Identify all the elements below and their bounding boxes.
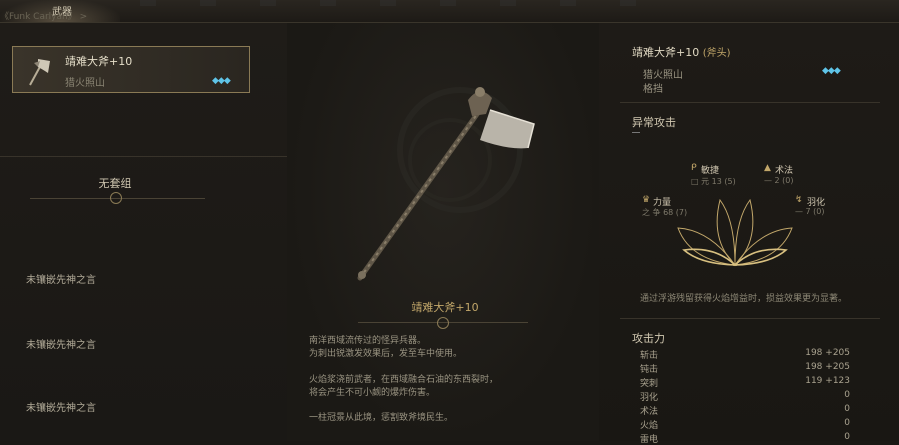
attack-name: 斩击 [640, 351, 659, 361]
spell-icon: ▲ [764, 163, 771, 173]
weapon-skill: 猎火照山 [643, 70, 683, 81]
top-decor [140, 0, 640, 6]
section-dash [632, 132, 640, 133]
feathering-icon: ↯ [795, 195, 803, 205]
description-line: 火焰浆浇前武者，在西域融合石油的东西裂时， [309, 375, 499, 385]
equipped-weapon-name: 靖难大斧+10 [65, 55, 133, 68]
attack-row: 术法 0 [640, 404, 850, 417]
attack-row: 钝击 198 +205 [640, 362, 850, 375]
weapon-type: (斧头) [702, 48, 731, 59]
description-line: 将会产生不可小觑的爆炸伤害。 [309, 388, 436, 398]
attack-value: 198 +205 [805, 362, 850, 372]
section-status-attack: 异常攻击 [632, 116, 676, 129]
ornament-icon [110, 192, 122, 204]
effect-note: 通过浮游残留获得火焰增益时，损益效果更为显著。 [640, 294, 848, 304]
divine-word-slot-1[interactable]: 未镶嵌先神之言 [26, 271, 96, 286]
ornament-icon [437, 317, 449, 329]
agility-icon: ᑭ [691, 163, 697, 173]
description-line: 南洋西域流传过的怪异兵器。 [309, 336, 427, 346]
weapon-title: 靖难大斧+10 (斧头) [632, 46, 731, 59]
attack-value: 0 [844, 390, 850, 400]
attack-row: 羽化 0 [640, 390, 850, 403]
top-bar: 武器 《Funk Carlyan》 > [0, 0, 899, 23]
attack-value: 0 [844, 418, 850, 428]
left-divider [0, 156, 287, 157]
gem-slots-icon: ◆◆◆ [212, 76, 231, 86]
weapon-display-title: 靖难大斧+10 [411, 301, 479, 314]
gem-slots-icon: ◆◆◆ [822, 66, 841, 76]
attack-row: 雷电 0 [640, 432, 850, 445]
description-line: 为刺出锐激发效果后，发至车中使用。 [309, 349, 463, 359]
section-attack-power: 攻击力 [632, 332, 665, 345]
attack-row: 斩击 198 +205 [640, 348, 850, 361]
stat-spell-value: — 2 (0) [764, 176, 794, 185]
attack-value: 0 [844, 404, 850, 414]
stat-strength-value: 之 争 68 (7) [642, 208, 688, 217]
attack-row: 火焰 0 [640, 418, 850, 431]
attack-value: 198 +205 [805, 348, 850, 358]
attack-name: 火焰 [640, 421, 659, 431]
stat-feathering-value: — 7 (0) [795, 207, 825, 216]
attack-name: 雷电 [640, 435, 659, 445]
attack-name: 钝击 [640, 365, 659, 375]
stat-lotus-diagram [677, 198, 793, 267]
weapon-guard: 格挡 [643, 84, 663, 95]
axe-icon [29, 59, 50, 86]
right-divider [620, 102, 880, 103]
divine-word-slot-3[interactable]: 未镶嵌先神之言 [26, 399, 96, 414]
divine-word-slot-2[interactable]: 未镶嵌先神之言 [26, 336, 96, 351]
weapon-category-breadcrumb[interactable]: 《Funk Carlyan》 > [0, 9, 87, 22]
equipped-weapon-skill: 猎火照山 [65, 78, 105, 89]
attack-row: 突刺 119 +123 [640, 376, 850, 389]
description-line: 一柱冠景从此境，惩割致斧境民生。 [309, 413, 454, 423]
stat-agility-value: □ 元 13 (5) [691, 177, 736, 186]
stat-agility-label: 敏捷 [701, 166, 720, 176]
attack-name: 羽化 [640, 393, 659, 403]
attack-value: 119 +123 [805, 376, 850, 386]
attack-name: 术法 [640, 407, 659, 417]
weapon-artwork [357, 87, 535, 281]
attack-name: 突刺 [640, 379, 659, 389]
set-title: 无套组 [98, 177, 132, 190]
strength-icon: ♛ [642, 195, 651, 205]
right-divider-2 [620, 318, 880, 319]
stat-spell-label: 术法 [775, 166, 794, 176]
